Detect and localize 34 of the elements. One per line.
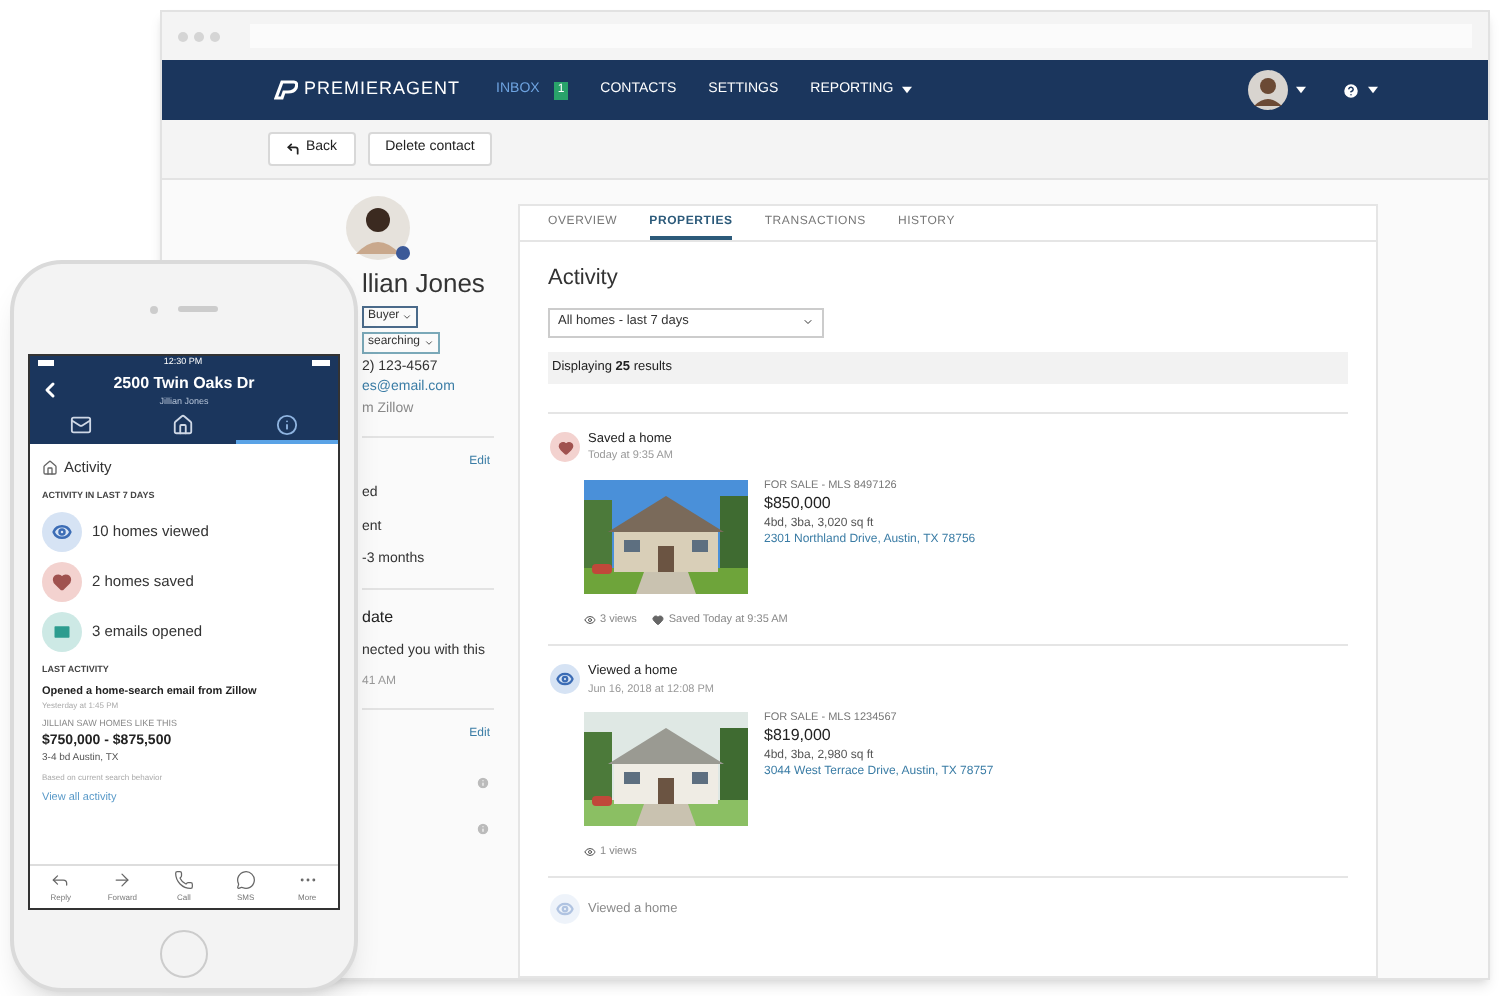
phone-title: 2500 Twin Oaks Dr (113, 371, 255, 396)
reply-icon (50, 870, 71, 890)
eye-icon (550, 664, 580, 695)
listing-price: $850,000 (764, 493, 833, 516)
avatar (346, 196, 410, 260)
back-arrow-icon (286, 142, 300, 156)
arrow-right-icon (112, 870, 133, 890)
chevron-down-icon (424, 337, 435, 347)
contact-name: llian Jones (362, 266, 487, 302)
eye-icon (584, 613, 596, 626)
avatar[interactable] (1248, 70, 1288, 110)
help-icon[interactable] (1342, 81, 1360, 99)
camera-icon (150, 305, 158, 313)
speaker-icon (178, 306, 218, 312)
house-icon (172, 414, 195, 436)
facebook-icon (396, 246, 410, 260)
info-tab[interactable] (235, 410, 338, 444)
speech-bubble-icon (235, 870, 256, 890)
heart-icon (652, 613, 665, 626)
house-icon (42, 459, 58, 476)
eye-icon (550, 894, 580, 924)
logo-text: PREMIERAGENT (304, 76, 461, 103)
section-heading: date (362, 605, 396, 629)
info-icon (275, 414, 298, 436)
chevron-down-icon (401, 311, 412, 321)
caret-icon (1368, 86, 1378, 94)
chevron-down-icon (802, 316, 814, 328)
logo-icon (274, 80, 298, 100)
phone-icon (173, 870, 194, 890)
listing-price: $819,000 (764, 726, 833, 748)
envelope-icon (70, 414, 93, 436)
eye-icon (584, 845, 596, 858)
activity-heading: Activity (548, 264, 620, 294)
caret-icon (1296, 86, 1306, 94)
